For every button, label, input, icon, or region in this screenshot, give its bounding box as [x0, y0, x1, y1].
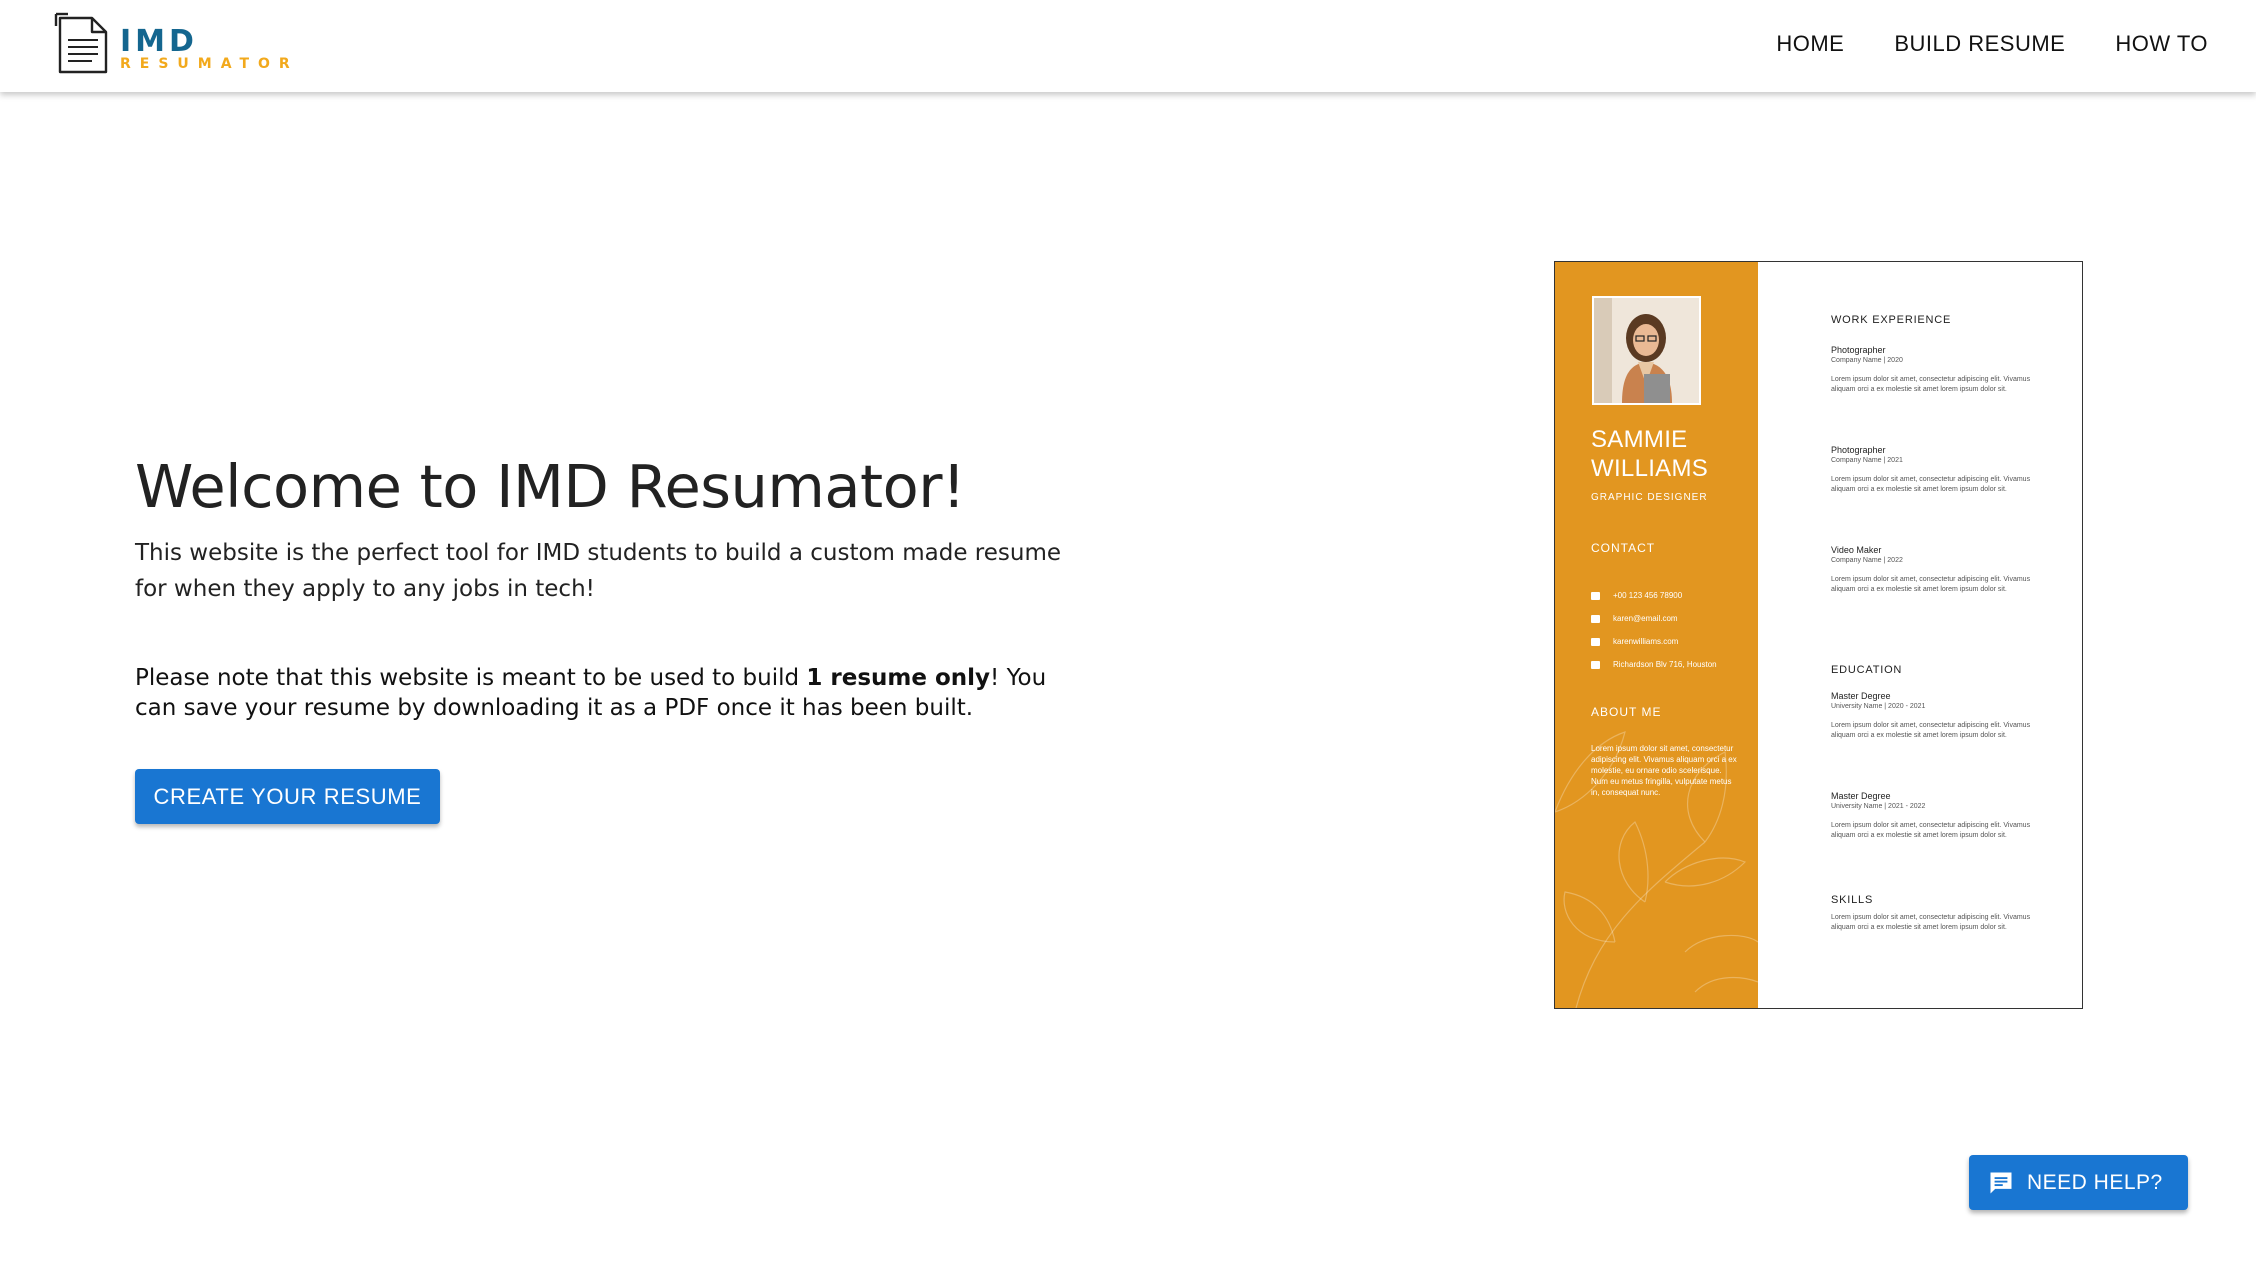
note-emphasis: 1 resume only: [806, 665, 991, 691]
need-help-button[interactable]: NEED HELP?: [1969, 1155, 2188, 1210]
skills-text: Lorem ipsum dolor sit amet, consectetur …: [1831, 914, 2031, 931]
nav-how-to[interactable]: HOW TO: [2115, 28, 2208, 60]
about-text: Lorem ipsum dolor sit amet, consectetur …: [1591, 744, 1737, 797]
education-sub: University Name | 2021 - 2022: [1831, 803, 1926, 810]
education-title: Master Degree: [1831, 791, 1891, 801]
work-sub: Company Name | 2022: [1831, 557, 1903, 564]
phone-icon: [1591, 591, 1600, 600]
contact-text: karen@email.com: [1613, 614, 1678, 623]
contact-email: karen@email.com: [1591, 607, 1756, 630]
education-text: Lorem ipsum dolor sit amet, consectetur …: [1831, 722, 2031, 739]
nav-build-resume[interactable]: BUILD RESUME: [1894, 28, 2065, 60]
contact-address: Richardson Blv 716, Houston: [1591, 653, 1756, 676]
resume-preview-image: SAMMIE WILLIAMS GRAPHIC DESIGNER CONTACT…: [1554, 261, 2083, 1009]
contact-text: Richardson Blv 716, Houston: [1613, 660, 1717, 669]
work-heading: WORK EXPERIENCE: [1831, 314, 1952, 326]
logo[interactable]: IMD RESUMATOR: [54, 10, 294, 76]
work-item: Photographer Company Name | 2021 Lorem i…: [1831, 445, 2031, 495]
resume-name: SAMMIE WILLIAMS: [1591, 426, 1709, 482]
logo-subtitle: RESUMATOR: [120, 56, 299, 72]
navbar: IMD RESUMATOR HOME BUILD RESUME HOW TO: [0, 0, 2256, 92]
contact-heading: CONTACT: [1591, 541, 1656, 555]
skills-item: Lorem ipsum dolor sit amet, consectetur …: [1831, 904, 2031, 933]
contact-list: +00 123 456 78900 karen@email.com karenw…: [1591, 584, 1756, 676]
education-title: Master Degree: [1831, 691, 1891, 701]
work-text: Lorem ipsum dolor sit amet, consectetur …: [1831, 576, 2031, 593]
mail-icon: [1591, 614, 1600, 623]
work-item: Photographer Company Name | 2020 Lorem i…: [1831, 345, 2031, 395]
profile-photo: [1592, 296, 1701, 405]
work-text: Lorem ipsum dolor sit amet, consectetur …: [1831, 476, 2031, 493]
create-resume-button[interactable]: CREATE YOUR RESUME: [135, 769, 440, 824]
floral-pattern-decoration: [1555, 731, 1758, 1008]
work-sub: Company Name | 2020: [1831, 357, 1903, 364]
logo-title: IMD: [120, 24, 198, 59]
work-title: Photographer: [1831, 345, 1886, 355]
main-nav: HOME BUILD RESUME HOW TO: [1726, 28, 2208, 60]
resume-sidebar: SAMMIE WILLIAMS GRAPHIC DESIGNER CONTACT…: [1555, 262, 1758, 1008]
contact-website: karenwilliams.com: [1591, 630, 1756, 653]
home-icon: [1591, 660, 1600, 669]
nav-home[interactable]: HOME: [1776, 28, 1844, 60]
need-help-label: NEED HELP?: [2027, 1170, 2163, 1194]
education-heading: EDUCATION: [1831, 664, 1903, 676]
contact-text: karenwilliams.com: [1613, 637, 1679, 646]
work-sub: Company Name | 2021: [1831, 457, 1903, 464]
work-item: Video Maker Company Name | 2022 Lorem ip…: [1831, 545, 2031, 595]
hero-note: Please note that this website is meant t…: [135, 663, 1065, 723]
education-sub: University Name | 2020 - 2021: [1831, 703, 1926, 710]
work-title: Video Maker: [1831, 545, 1882, 555]
about-heading: ABOUT ME: [1591, 705, 1662, 719]
education-item: Master Degree University Name | 2020 - 2…: [1831, 691, 2031, 741]
chat-icon: [1990, 1172, 2012, 1193]
contact-text: +00 123 456 78900: [1613, 591, 1683, 600]
resume-role: GRAPHIC DESIGNER: [1591, 492, 1708, 503]
work-title: Photographer: [1831, 445, 1886, 455]
web-icon: [1591, 637, 1600, 646]
note-text-start: Please note that this website is meant t…: [135, 665, 807, 691]
page-title: Welcome to IMD Resumator!: [135, 452, 966, 521]
woman-portrait-icon: [1594, 298, 1699, 403]
resume-main-column: WORK EXPERIENCE Photographer Company Nam…: [1831, 262, 2061, 1008]
document-logo-icon: [54, 12, 108, 74]
education-item: Master Degree University Name | 2021 - 2…: [1831, 791, 2031, 841]
contact-phone: +00 123 456 78900: [1591, 584, 1756, 607]
hero-description: This website is the perfect tool for IMD…: [135, 540, 1062, 602]
work-text: Lorem ipsum dolor sit amet, consectetur …: [1831, 376, 2031, 393]
education-text: Lorem ipsum dolor sit amet, consectetur …: [1831, 822, 2031, 839]
